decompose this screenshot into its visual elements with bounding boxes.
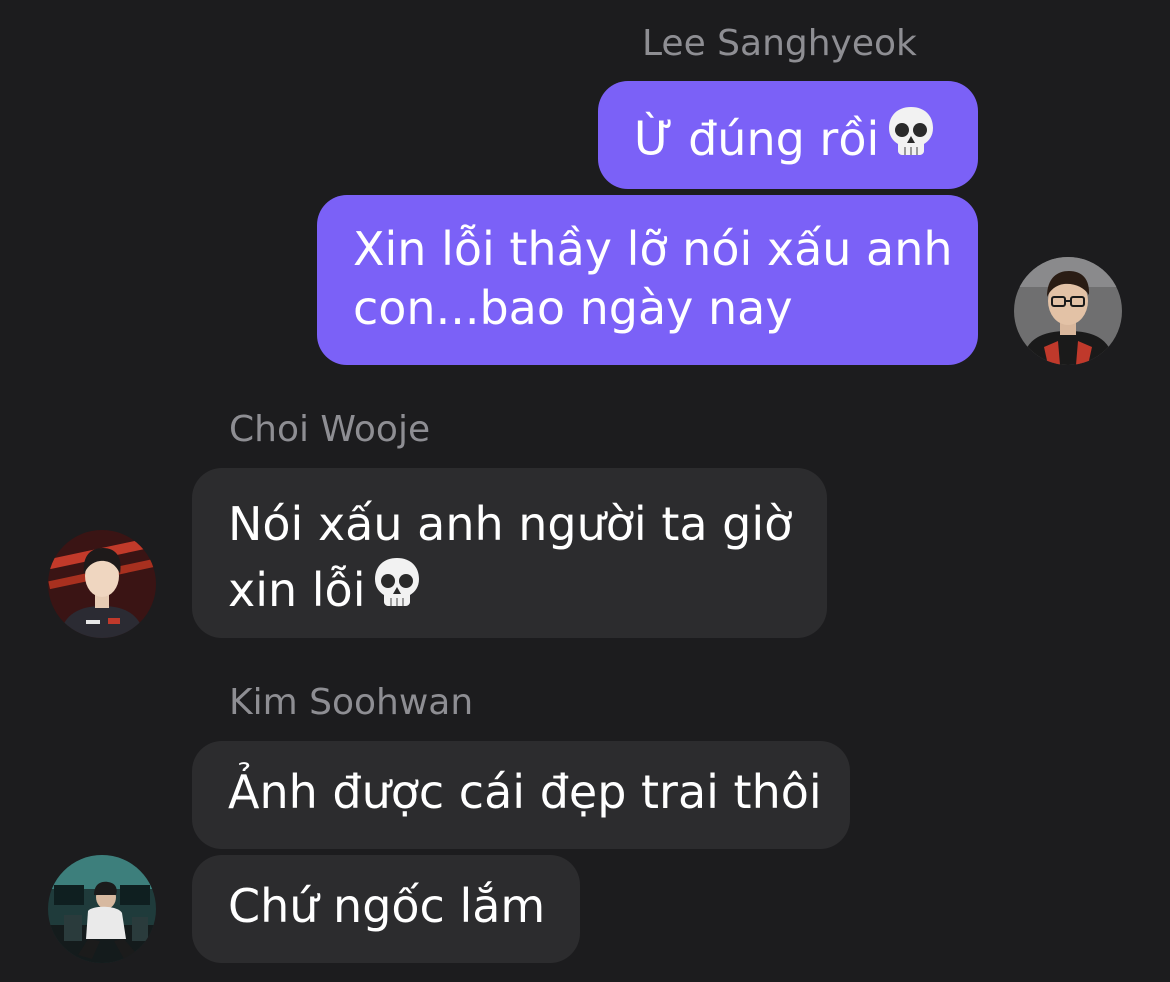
message-bubble[interactable]: Chứ ngốc lắm xyxy=(192,855,580,963)
message-text-line: con...bao ngày nay xyxy=(353,281,793,335)
message-text-line: Nói xấu anh người ta giờ xyxy=(228,497,793,551)
avatar-lee-sanghyeok[interactable] xyxy=(1014,257,1122,365)
message-text: Chứ ngốc lắm xyxy=(228,879,546,933)
message-bubble[interactable]: Xin lỗi thầy lỡ nói xấu anh con...bao ng… xyxy=(317,195,978,365)
message-text-line: Xin lỗi thầy lỡ nói xấu anh xyxy=(353,222,953,276)
avatar-kim-soohwan[interactable] xyxy=(48,855,156,963)
skull-icon xyxy=(369,554,425,624)
message-text: Ảnh được cái đẹp trai thôi xyxy=(228,765,822,819)
sender-name-choi-wooje: Choi Wooje xyxy=(229,409,431,450)
message-bubble[interactable]: Nói xấu anh người ta giờ xin lỗi xyxy=(192,468,827,638)
message-bubble[interactable]: Ảnh được cái đẹp trai thôi xyxy=(192,741,850,849)
chat-thread: Lee Sanghyeok Ừ đúng rồi Xin lỗi thầy lỡ… xyxy=(0,0,1170,982)
message-text: Ừ đúng rồi xyxy=(634,112,880,166)
sender-name-kim-soohwan: Kim Soohwan xyxy=(229,682,474,723)
message-bubble[interactable]: Ừ đúng rồi xyxy=(598,81,978,189)
avatar-choi-wooje[interactable] xyxy=(48,530,156,638)
sender-name-lee-sanghyeok: Lee Sanghyeok xyxy=(642,23,917,64)
skull-icon xyxy=(883,103,939,173)
message-text-line: xin lỗi xyxy=(228,563,366,617)
